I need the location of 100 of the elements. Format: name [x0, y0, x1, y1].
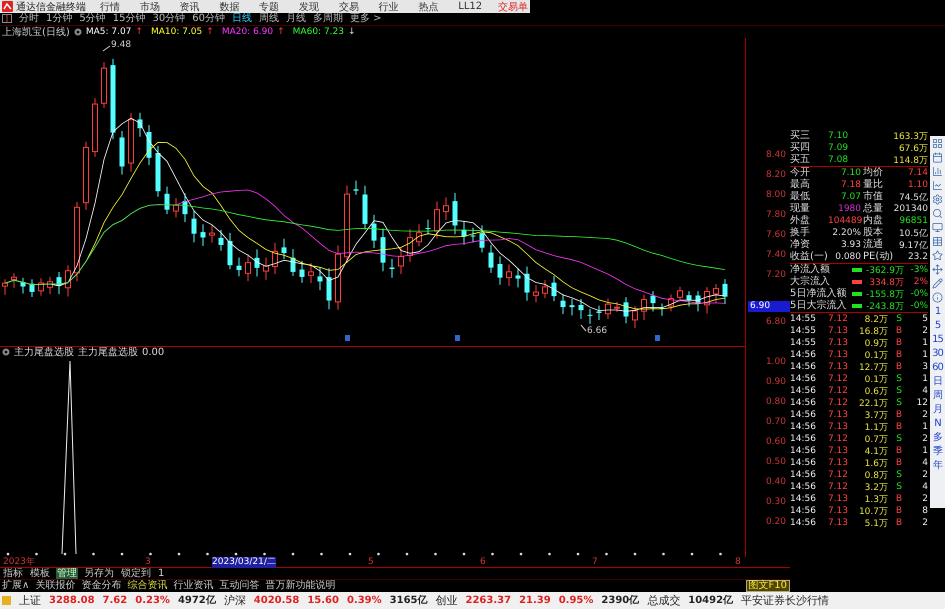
tick-side: S [895, 386, 902, 396]
tick-count: 5 [921, 314, 928, 324]
tick-volume: 4.1万 [864, 446, 888, 458]
side-period-button[interactable]: 多 [933, 432, 942, 443]
indicator-tab[interactable]: 锁定到 [120, 568, 152, 579]
indicator-tab[interactable]: 指标 [2, 568, 24, 579]
tick-count: 2 [921, 410, 928, 420]
settings-icon[interactable] [2, 348, 10, 356]
menu-item[interactable]: 行情 [100, 0, 140, 14]
extension-tab[interactable]: 综合资讯 [127, 580, 168, 592]
event-marker-icon[interactable] [455, 334, 460, 341]
menu-item[interactable]: 市场 [140, 0, 180, 14]
extension-tab[interactable]: 晋万新功能说明 [265, 580, 336, 592]
menu-item[interactable]: 行业 [378, 0, 418, 14]
grid-icon[interactable] [932, 138, 943, 149]
side-period-button[interactable]: 60 [932, 362, 943, 373]
menu-item[interactable]: 发现 [299, 0, 339, 14]
info-icon[interactable] [932, 292, 943, 303]
side-period-button[interactable]: 5 [934, 320, 940, 331]
total-volume-label: 总成交 [647, 592, 680, 608]
tick-time: 14:55 [790, 338, 817, 348]
menu-item[interactable]: 交易 [338, 0, 379, 14]
search-icon[interactable] [932, 208, 943, 219]
pencil-icon[interactable] [932, 278, 943, 289]
bar-chart-icon[interactable] [932, 166, 943, 177]
side-period-button[interactable]: 月 [933, 404, 942, 415]
period-tab[interactable]: 1分钟 [46, 13, 72, 24]
tick-price: 7.13 [826, 326, 848, 336]
flow-value: -155.8万 [864, 288, 904, 301]
period-tab[interactable]: 30分钟 [152, 13, 186, 24]
star-icon[interactable] [932, 250, 943, 261]
side-period-button[interactable]: 30 [932, 348, 943, 359]
menu-item[interactable]: 数据 [219, 0, 260, 14]
indicator-name: 主力尾盘选股 [14, 346, 74, 360]
ma-label: MA10: 7.05 [150, 26, 202, 37]
tick-time: 14:56 [790, 470, 817, 480]
side-period-button[interactable]: 年 [933, 460, 942, 471]
event-marker-icon[interactable] [345, 334, 350, 341]
side-period-button[interactable]: N [934, 418, 941, 429]
tick-price: 7.13 [826, 506, 848, 516]
tick-price: 7.13 [826, 494, 848, 504]
index-value: 3288.08 [49, 594, 95, 606]
period-tab[interactable]: 更多 > [350, 13, 382, 24]
line-chart-icon[interactable] [932, 180, 943, 191]
tick-volume: 1.3万 [864, 494, 888, 506]
period-tab[interactable]: 分时 [19, 13, 39, 24]
side-period-button[interactable]: 季 [933, 446, 942, 457]
stat-value: 7.18 [840, 180, 861, 190]
indicator-tab[interactable]: 另存为 [83, 568, 115, 579]
indicator-tab[interactable]: 1 [157, 568, 166, 579]
event-marker-icon[interactable] [655, 334, 660, 341]
menu-item[interactable]: 资讯 [180, 0, 220, 14]
side-period-button[interactable]: 1 [934, 306, 940, 317]
tick-count: 8 [921, 506, 928, 516]
menu-item[interactable]: 热点 [418, 0, 458, 14]
index-amount: 4972亿 [178, 594, 216, 608]
f10-button[interactable]: 图文F10 [746, 580, 790, 592]
side-period-button[interactable]: 周 [933, 390, 942, 401]
side-period-button[interactable]: 15 [932, 334, 943, 345]
trade-link[interactable]: 交易单 [498, 0, 528, 14]
tick-time: 14:56 [790, 458, 817, 468]
calendar-icon[interactable] [932, 152, 943, 163]
index-percent: 0.95% [558, 594, 594, 606]
period-tab[interactable]: 月线 [286, 13, 306, 24]
move-icon[interactable] [932, 264, 943, 275]
period-tab[interactable]: 5分钟 [79, 13, 106, 24]
indicator-axis-label: 0.40 [766, 476, 787, 489]
tick-count: 2 [921, 470, 928, 480]
menu-item[interactable]: LL12 [458, 1, 498, 12]
indicator-tab[interactable]: 管理 [56, 568, 78, 579]
extension-tab[interactable]: 扩展∧ [2, 580, 30, 592]
price-axis-label: 7.60 [766, 228, 787, 242]
tick-count: 2 [921, 434, 928, 444]
layout-icon[interactable] [2, 14, 12, 24]
tick-side: S [895, 374, 902, 384]
side-period-button[interactable]: 日 [933, 376, 942, 387]
extension-tab[interactable]: 互动问答 [219, 580, 260, 592]
table-icon[interactable] [932, 236, 943, 247]
settings-icon[interactable] [74, 28, 82, 36]
period-tab[interactable]: 周线 [258, 13, 279, 24]
period-tab[interactable]: 日线 [232, 13, 252, 24]
tick-volume: 0.1万 [864, 350, 888, 362]
period-tab[interactable]: 多周期 [312, 13, 343, 24]
period-tab[interactable]: 15分钟 [112, 13, 146, 24]
tick-count: 2 [921, 518, 928, 528]
menu-item[interactable]: 专题 [259, 0, 300, 14]
tick-volume: 0.9万 [864, 338, 888, 350]
tick-price: 7.13 [826, 446, 848, 456]
settings-icon[interactable] [932, 194, 943, 205]
bid-volume: 114.8万 [892, 154, 928, 167]
tick-time: 14:56 [790, 350, 817, 360]
extension-tab[interactable]: 关联报价 [35, 580, 76, 592]
indicator-tab[interactable]: 模板 [29, 568, 51, 579]
stat-label: PE(动) [862, 250, 893, 263]
monitor-icon[interactable] [932, 222, 943, 233]
extension-tab[interactable]: 行业资讯 [173, 580, 214, 592]
extension-tab[interactable]: 资金分布 [81, 580, 122, 592]
indicator-axis-label: 0.50 [766, 456, 787, 469]
period-tab[interactable]: 60分钟 [192, 13, 225, 24]
stat-label: 最高 [790, 178, 811, 191]
